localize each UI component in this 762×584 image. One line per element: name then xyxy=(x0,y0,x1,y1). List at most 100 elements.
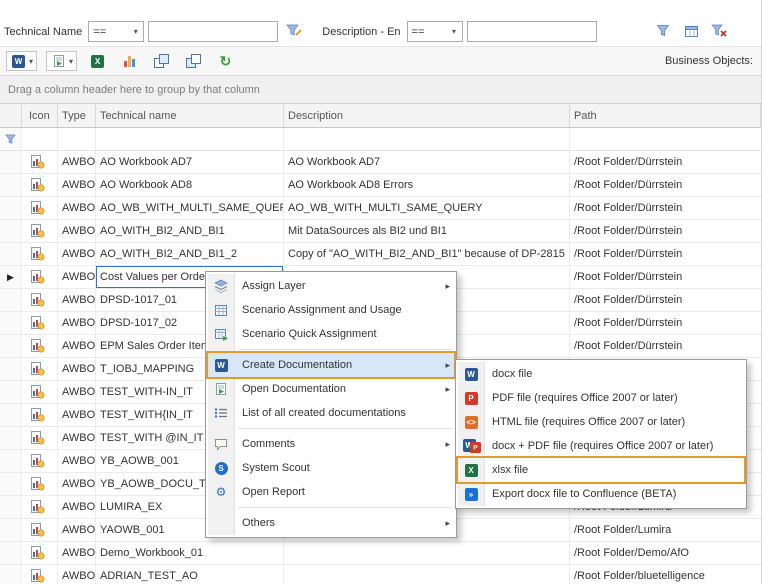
technical-name-operator-combo[interactable]: == ▾ xyxy=(88,21,144,42)
filter-cell-path[interactable] xyxy=(570,128,761,150)
submenu-item-xlsx-file[interactable]: Xxlsx file xyxy=(458,458,744,482)
filter-row-indicator xyxy=(0,128,22,150)
open-doc-icon xyxy=(213,382,230,396)
create-doc-icon: W xyxy=(213,358,230,372)
filter-panel-button[interactable] xyxy=(679,20,703,42)
filter-editor-button[interactable] xyxy=(282,20,306,42)
chevron-down-icon: ▾ xyxy=(447,27,462,36)
row-type-icon-cell xyxy=(22,542,58,564)
menu-item-system-scout[interactable]: SSystem Scout xyxy=(208,456,454,480)
column-header-technical-name[interactable]: Technical name xyxy=(96,104,284,127)
submenu-arrow-icon: ▸ xyxy=(438,384,454,395)
row-technical-name[interactable]: ADRIAN_TEST_AO xyxy=(96,565,284,584)
row-type: AWBO xyxy=(58,289,96,311)
menu-item-label: Open Report xyxy=(234,486,438,498)
row-type-icon-cell xyxy=(22,358,58,380)
submenu-item-docx-file[interactable]: Wdocx file xyxy=(458,362,744,386)
menu-item-icon-area xyxy=(208,303,234,317)
menu-item-label: Others xyxy=(234,517,438,529)
row-technical-name[interactable]: AO_WITH_BI2_AND_BI1 xyxy=(96,220,284,242)
row-technical-name[interactable]: AO Workbook AD8 xyxy=(96,174,284,196)
table-row[interactable]: AWBOAO_WITH_BI2_AND_BI1Mit DataSources a… xyxy=(0,220,761,243)
description-filter-input[interactable] xyxy=(467,21,597,42)
row-type-icon-cell xyxy=(22,197,58,219)
awbo-icon xyxy=(29,316,46,330)
column-header-path[interactable]: Path xyxy=(570,104,761,127)
group-by-bar[interactable]: Drag a column header here to group by th… xyxy=(0,76,761,104)
table-row[interactable]: AWBOAO_WITH_BI2_AND_BI1_2Copy of "AO_WIT… xyxy=(0,243,761,266)
table-row[interactable]: AWBOAO Workbook AD8AO Workbook AD8 Error… xyxy=(0,174,761,197)
submenu-item-html-file-requires-office-2007-or-later[interactable]: <>HTML file (requires Office 2007 or lat… xyxy=(458,410,744,434)
column-header-type[interactable]: Type xyxy=(58,104,96,127)
chart-button[interactable] xyxy=(118,52,141,70)
row-indicator xyxy=(0,427,22,449)
submenu-arrow-icon: ▸ xyxy=(438,360,454,371)
description-operator-combo[interactable]: == ▾ xyxy=(407,21,463,42)
row-type-icon-cell xyxy=(22,519,58,541)
row-type: AWBO xyxy=(58,335,96,357)
submenu-arrow-icon: ▸ xyxy=(438,281,454,292)
submenu-item-export-docx-file-to-confluence-beta[interactable]: »Export docx file to Confluence (BETA) xyxy=(458,482,744,506)
submenu-item-pdf-file-requires-office-2007-or-later[interactable]: PPDF file (requires Office 2007 or later… xyxy=(458,386,744,410)
menu-item-create-documentation[interactable]: WCreate Documentation▸ xyxy=(208,353,454,377)
table-row[interactable]: AWBOADRIAN_TEST_AO/Root Folder/bluetelli… xyxy=(0,565,761,584)
menu-item-icon-area: P xyxy=(458,391,484,405)
scenario-quick-icon xyxy=(213,327,230,341)
menu-item-others[interactable]: Others▸ xyxy=(208,511,454,535)
open-docx-button[interactable]: ▾ xyxy=(46,51,77,71)
funnel-pencil-icon xyxy=(286,24,302,38)
awbo-icon xyxy=(29,431,46,445)
filter-cell-type[interactable] xyxy=(58,128,96,150)
create-docx-button[interactable]: W▾ xyxy=(6,51,37,71)
row-description xyxy=(284,542,570,564)
row-indicator: ▶ xyxy=(0,266,22,288)
clear-filter-button[interactable] xyxy=(707,20,731,42)
menu-item-open-report[interactable]: ⚙Open Report xyxy=(208,480,454,504)
row-indicator xyxy=(0,151,22,173)
row-technical-name[interactable]: Demo_Workbook_01 xyxy=(96,542,284,564)
table-row[interactable]: AWBOAO_WB_WITH_MULTI_SAME_QUERYAO_WB_WIT… xyxy=(0,197,761,220)
technical-name-filter-input[interactable] xyxy=(148,21,278,42)
table-row[interactable]: AWBOAO Workbook AD7AO Workbook AD7/Root … xyxy=(0,151,761,174)
table-row[interactable]: AWBODemo_Workbook_01/Root Folder/Demo/Af… xyxy=(0,542,761,565)
row-indicator xyxy=(0,381,22,403)
apply-filter-button[interactable] xyxy=(651,20,675,42)
row-indicator xyxy=(0,289,22,311)
menu-item-icon-area: W xyxy=(458,367,484,381)
awbo-icon xyxy=(29,270,46,284)
row-type-icon-cell xyxy=(22,312,58,334)
row-technical-name[interactable]: AO_WITH_BI2_AND_BI1_2 xyxy=(96,243,284,265)
awbo-icon xyxy=(29,385,46,399)
awbo-icon xyxy=(29,523,46,537)
row-technical-name[interactable]: AO Workbook AD7 xyxy=(96,151,284,173)
column-header-description[interactable]: Description xyxy=(284,104,570,127)
row-indicator xyxy=(0,312,22,334)
context-menu: Assign Layer▸ Scenario Assignment and Usa… xyxy=(205,271,457,538)
menu-item-icon-area: W xyxy=(208,358,234,372)
operator-value: == xyxy=(89,26,128,38)
row-path: /Root Folder/Dürrstein xyxy=(570,174,761,196)
menu-item-list-of-all-created-documentations[interactable]: List of all created documentations xyxy=(208,401,454,425)
menu-item-icon-area xyxy=(208,516,234,530)
menu-item-scenario-assignment-and-usage[interactable]: Scenario Assignment and Usage xyxy=(208,298,454,322)
copy-grid2-button[interactable] xyxy=(182,52,205,70)
row-type-icon-cell xyxy=(22,220,58,242)
copy-grid-button[interactable] xyxy=(150,52,173,70)
refresh-button[interactable]: ↻ xyxy=(214,52,237,70)
filter-cell-technical-name[interactable] xyxy=(96,128,284,150)
menu-item-label: Scenario Assignment and Usage xyxy=(234,304,438,316)
menu-item-assign-layer[interactable]: Assign Layer▸ xyxy=(208,274,454,298)
menu-item-open-documentation[interactable]: Open Documentation▸ xyxy=(208,377,454,401)
submenu-item-docx-pdf-file-requires-office-2007-or-later[interactable]: WPdocx + PDF file (requires Office 2007 … xyxy=(458,434,744,458)
row-description: AO Workbook AD7 xyxy=(284,151,570,173)
menu-item-scenario-quick-assignment[interactable]: Scenario Quick Assignment xyxy=(208,322,454,346)
row-type: AWBO xyxy=(58,542,96,564)
filter-cell-icon[interactable] xyxy=(22,128,58,150)
menu-item-comments[interactable]: Comments▸ xyxy=(208,432,454,456)
row-type: AWBO xyxy=(58,473,96,495)
row-technical-name[interactable]: AO_WB_WITH_MULTI_SAME_QUERY xyxy=(96,197,284,219)
row-type: AWBO xyxy=(58,266,96,288)
column-header-icon[interactable]: Icon xyxy=(22,104,58,127)
filter-cell-description[interactable] xyxy=(284,128,570,150)
excel-export-button[interactable]: X xyxy=(86,52,109,70)
